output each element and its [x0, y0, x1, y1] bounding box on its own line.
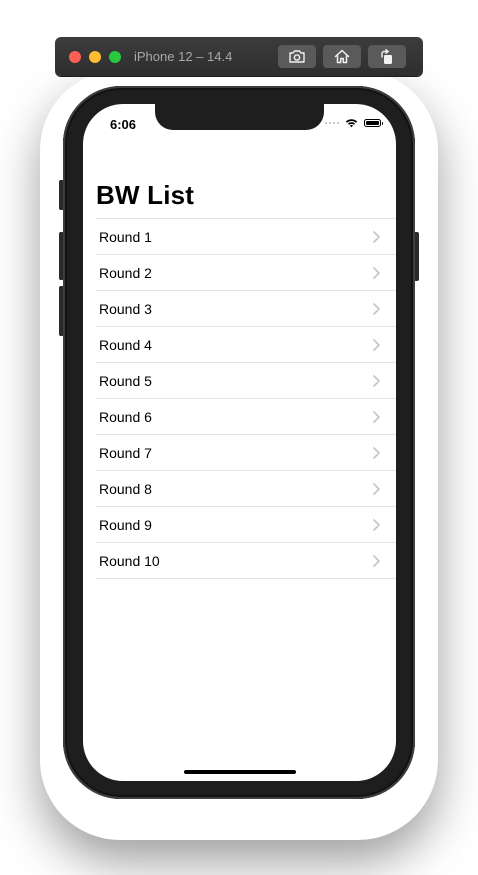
- chevron-right-icon: [373, 482, 380, 495]
- camera-icon: [289, 50, 305, 63]
- home-button[interactable]: [323, 45, 361, 68]
- list-item-round-4[interactable]: Round 4: [96, 327, 396, 363]
- status-time: 6:06: [110, 117, 137, 132]
- home-icon: [334, 49, 350, 64]
- zoom-window-button[interactable]: [109, 51, 121, 63]
- screenshot-button[interactable]: [278, 45, 316, 68]
- chevron-right-icon: [373, 554, 380, 567]
- battery-icon: [364, 119, 383, 127]
- cellular-signal-icon: [325, 122, 339, 124]
- list-item-label: Round 9: [99, 516, 152, 533]
- minimize-window-button[interactable]: [89, 51, 101, 63]
- device-screen: 6:06 BW List Round 1 Round 2 Round 3 Rou…: [83, 104, 396, 781]
- chevron-right-icon: [373, 446, 380, 459]
- chevron-right-icon: [373, 266, 380, 279]
- desktop: iPhone 12 – 14.4 6:06 BW List Round 1 Ro…: [0, 0, 478, 875]
- list-item-label: Round 8: [99, 480, 152, 497]
- window-title: iPhone 12 – 14.4: [134, 49, 233, 64]
- list-item-label: Round 5: [99, 372, 152, 389]
- wifi-icon: [345, 119, 358, 128]
- status-icons: [325, 118, 383, 128]
- list-item-round-10[interactable]: Round 10: [96, 543, 396, 579]
- iphone-frame: 6:06 BW List Round 1 Round 2 Round 3 Rou…: [63, 86, 415, 799]
- list-item-label: Round 10: [99, 552, 160, 569]
- rotate-icon: [381, 48, 392, 64]
- rounds-list: Round 1 Round 2 Round 3 Round 4 Round 5: [96, 218, 396, 579]
- list-item-label: Round 2: [99, 264, 152, 281]
- chevron-right-icon: [373, 338, 380, 351]
- list-item-label: Round 6: [99, 408, 152, 425]
- chevron-right-icon: [373, 230, 380, 243]
- list-item-round-3[interactable]: Round 3: [96, 291, 396, 327]
- list-item-round-2[interactable]: Round 2: [96, 255, 396, 291]
- list-item-label: Round 7: [99, 444, 152, 461]
- rotate-button[interactable]: [368, 45, 406, 68]
- list-item-round-1[interactable]: Round 1: [96, 219, 396, 255]
- chevron-right-icon: [373, 374, 380, 387]
- page-title: BW List: [96, 180, 195, 210]
- chevron-right-icon: [373, 410, 380, 423]
- chevron-right-icon: [373, 518, 380, 531]
- simulator-title-bar[interactable]: iPhone 12 – 14.4: [55, 37, 423, 76]
- list-item-round-5[interactable]: Round 5: [96, 363, 396, 399]
- close-window-button[interactable]: [69, 51, 81, 63]
- list-item-round-8[interactable]: Round 8: [96, 471, 396, 507]
- home-indicator[interactable]: [184, 770, 296, 774]
- chevron-right-icon: [373, 302, 380, 315]
- list-item-label: Round 1: [99, 228, 152, 245]
- list-item-round-7[interactable]: Round 7: [96, 435, 396, 471]
- list-item-round-9[interactable]: Round 9: [96, 507, 396, 543]
- list-item-label: Round 4: [99, 336, 152, 353]
- list-item-label: Round 3: [99, 300, 152, 317]
- list-item-round-6[interactable]: Round 6: [96, 399, 396, 435]
- notch: [155, 104, 324, 130]
